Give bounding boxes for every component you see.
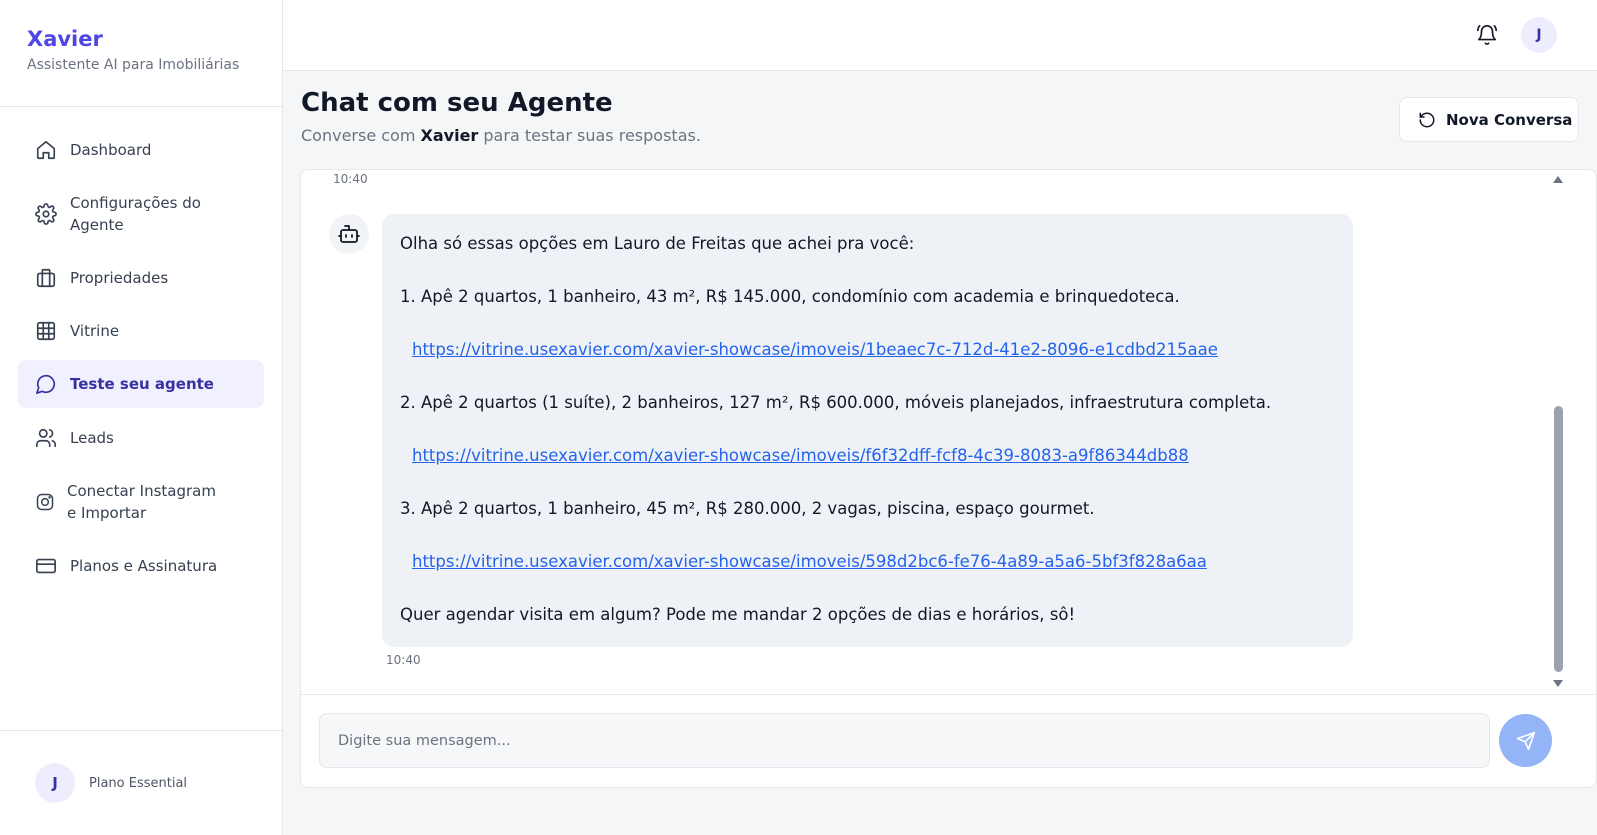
avatar[interactable]: J [35,763,75,803]
sidebar-item-label: Vitrine [70,321,120,340]
sidebar-item-properties[interactable]: Propriedades [18,251,264,304]
new-conversation-button[interactable]: Nova Conversa [1399,97,1579,142]
sidebar-item-dashboard[interactable]: Dashboard [18,123,264,176]
message-timestamp: 10:40 [333,172,368,186]
building-icon [36,268,56,287]
sidebar-item-agent-settings[interactable]: Configurações do Agente [18,176,264,251]
sidebar-item-leads[interactable]: Leads [18,411,264,464]
sidebar-nav: Dashboard Configurações do Agente Propri… [0,107,282,592]
credit-card-icon [36,558,56,573]
sidebar-item-label: Leads [70,428,114,447]
sidebar: Xavier Assistente AI para Imobiliárias D… [0,0,283,835]
option-text: 3. Apê 2 quartos, 1 banheiro, 45 m², R$ … [400,499,1095,518]
sidebar-item-plans[interactable]: Planos e Assinatura [18,539,264,592]
sidebar-item-label: Propriedades [70,268,169,287]
subtitle-prefix: Converse com [301,126,421,145]
sidebar-item-label: Planos e Assinatura [70,556,218,575]
message-list[interactable]: 10:40 Olha só essas opções em Lauro de F… [301,170,1596,695]
bot-message-bubble: Olha só essas opções em Lauro de Freitas… [382,214,1353,647]
brand-subtitle: Assistente AI para Imobiliárias [27,57,240,73]
message-closing: Quer agendar visita em algum? Pode me ma… [400,605,1076,624]
users-icon [36,428,56,447]
chat-bubble-icon [36,374,56,394]
sidebar-item-label: Conectar Instagram e Importar [67,481,216,522]
sidebar-item-instagram[interactable]: Conectar Instagram e Importar [18,464,264,539]
instagram-icon [36,493,54,510]
page-title: Chat com seu Agente [301,88,613,118]
scroll-up-arrow[interactable] [1553,176,1563,183]
sidebar-item-vitrine[interactable]: Vitrine [18,304,264,357]
message-timestamp: 10:40 [386,653,421,667]
message-input[interactable] [319,713,1490,768]
refresh-icon [1419,112,1435,127]
bell-icon[interactable] [1476,24,1498,46]
message-intro: Olha só essas opções em Lauro de Freitas… [400,234,915,253]
new-conversation-label: Nova Conversa [1446,110,1573,129]
composer [301,695,1596,787]
option-link[interactable]: https://vitrine.usexavier.com/xavier-sho… [400,337,1335,363]
home-icon [36,140,56,159]
sidebar-item-label: Dashboard [70,140,152,159]
brand-name[interactable]: Xavier [27,27,282,51]
gear-icon [35,202,57,225]
sidebar-item-test-agent[interactable]: Teste seu agente [18,360,264,408]
bot-avatar [329,214,369,254]
subtitle-suffix: para testar suas respostas. [478,126,701,145]
option-link[interactable]: https://vitrine.usexavier.com/xavier-sho… [400,549,1335,575]
bot-icon [338,225,360,243]
sidebar-footer: J Plano Essential [0,730,283,835]
brand: Xavier Assistente AI para Imobiliárias [0,0,282,107]
plan-label: Plano Essential [89,775,188,791]
send-button[interactable] [1499,714,1552,767]
subtitle-agent-name: Xavier [420,126,479,145]
chat-panel: 10:40 Olha só essas opções em Lauro de F… [300,169,1597,788]
page-subtitle: Converse com Xavier para testar suas res… [301,126,701,145]
option-text: 2. Apê 2 quartos (1 suíte), 2 banheiros,… [400,393,1272,412]
topbar: J [283,0,1597,71]
send-icon [1516,731,1535,750]
sidebar-item-label: Teste seu agente [70,375,214,393]
scroll-down-arrow[interactable] [1553,680,1563,687]
scrollbar-thumb[interactable] [1554,406,1563,672]
option-link[interactable]: https://vitrine.usexavier.com/xavier-sho… [400,443,1335,469]
user-avatar[interactable]: J [1521,17,1557,53]
grid-icon [36,321,56,340]
option-text: 1. Apê 2 quartos, 1 banheiro, 43 m², R$ … [400,287,1180,306]
sidebar-item-label: Configurações do Agente [70,193,201,234]
